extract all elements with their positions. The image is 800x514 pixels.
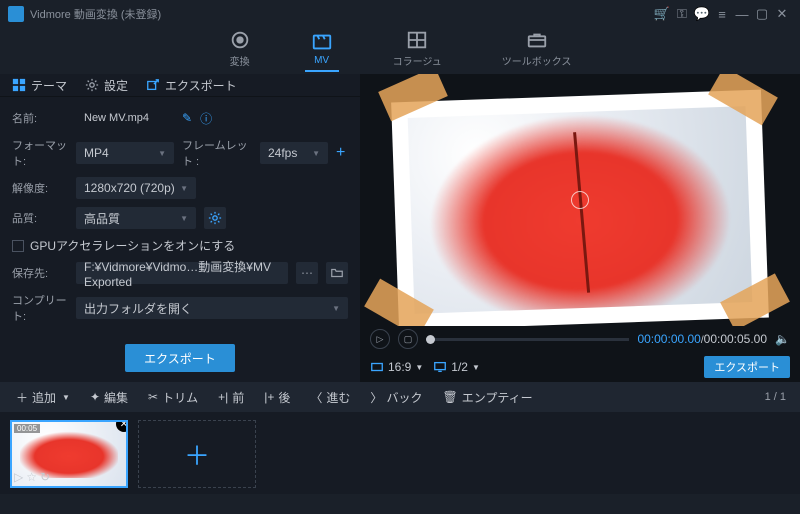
tab-collage[interactable]: コラージュ [387, 25, 448, 72]
checkbox-box [12, 240, 24, 252]
scissors-icon: ✂ [148, 390, 158, 404]
stop-button[interactable]: ▢ [398, 329, 418, 349]
play-button[interactable]: ▷ [370, 329, 390, 349]
add-framerate-icon[interactable]: + [336, 144, 345, 162]
minimize-icon[interactable]: — [732, 4, 752, 24]
collage-icon [406, 29, 428, 51]
framerate-label: フレームレット : [182, 137, 252, 169]
format-label: フォーマット: [12, 137, 68, 169]
key-icon[interactable]: ⚿ [672, 4, 692, 24]
close-icon[interactable]: ✕ [772, 4, 792, 24]
remove-clip-button[interactable]: ✕ [116, 420, 128, 432]
theme-icon [12, 78, 26, 92]
name-label: 名前: [12, 110, 68, 126]
info-icon[interactable]: ⓘ [200, 110, 212, 127]
menu-icon[interactable]: ≡ [712, 4, 732, 24]
quality-label: 品質: [12, 210, 68, 226]
format-select[interactable]: MP4▼ [76, 142, 174, 164]
clip-thumbnail[interactable]: 00:05 ✕ ▷ ☆ ↻ [10, 420, 128, 488]
wand-icon: ✦ [90, 390, 100, 404]
gear-icon [85, 78, 99, 92]
export-icon [146, 78, 160, 92]
clip-star-icon[interactable]: ☆ [26, 470, 37, 484]
seek-thumb[interactable] [426, 335, 435, 344]
tab-mv[interactable]: MV [305, 27, 339, 72]
aspect-select[interactable]: 16:9▼ [370, 360, 423, 374]
maximize-icon[interactable]: ▢ [752, 4, 772, 24]
empty-button[interactable]: 🗑エンプティー [434, 386, 540, 408]
open-folder-button[interactable] [326, 262, 348, 284]
plus-icon: ＋ [16, 389, 28, 406]
complete-label: コンプリート: [12, 292, 68, 324]
back-button[interactable]: |+後 [256, 386, 298, 408]
clip-duration: 00:05 [14, 424, 40, 433]
pager: 1 / 1 [765, 391, 792, 403]
export-main-button[interactable]: エクスポート [125, 344, 235, 372]
feedback-icon[interactable]: 💬 [692, 4, 712, 24]
trim-button[interactable]: ✂トリム [140, 386, 206, 408]
gpu-checkbox[interactable]: GPUアクセラレーションをオンにする [12, 237, 348, 254]
name-input[interactable]: New MV.mp4 [76, 107, 174, 129]
edit-button[interactable]: ✦編集 [82, 386, 136, 408]
complete-select[interactable]: 出力フォルダを開く▼ [76, 297, 348, 319]
back-icon: |+ [264, 390, 274, 404]
framerate-select[interactable]: 24fps▼ [260, 142, 328, 164]
tab-convert[interactable]: 変換 [223, 25, 257, 72]
aspect-icon [370, 360, 384, 374]
front-icon: +| [218, 390, 228, 404]
seek-track[interactable] [426, 338, 629, 341]
page-select[interactable]: 1/2▼ [433, 360, 480, 374]
volume-icon[interactable]: 🔈 [775, 332, 790, 346]
export-button[interactable]: エクスポート [704, 356, 790, 378]
saveto-label: 保存先: [12, 265, 68, 281]
toolbox-icon [526, 29, 548, 51]
preview-image [408, 106, 753, 314]
saveto-path[interactable]: F:¥Vidmore¥Vidmo…動画変換¥MV Exported [76, 262, 288, 284]
mv-icon [311, 31, 333, 53]
subtab-export[interactable]: エクスポート [146, 77, 237, 94]
app-logo [8, 6, 24, 22]
chevron-right-icon: 〉 [370, 389, 382, 406]
gear-icon [208, 211, 222, 225]
add-button[interactable]: ＋追加▼ [8, 386, 78, 408]
folder-icon [330, 266, 344, 280]
app-title: Vidmore 動画変換 (未登録) [30, 6, 161, 22]
screen-icon [433, 360, 447, 374]
preview-area [360, 74, 800, 326]
tab-toolbox[interactable]: ツールボックス [496, 25, 578, 72]
forward-button[interactable]: 〈進む [302, 386, 358, 408]
quality-settings-button[interactable] [204, 207, 226, 229]
subtab-settings[interactable]: 設定 [85, 77, 128, 94]
quality-select[interactable]: 高品質▼ [76, 207, 196, 229]
subtab-theme[interactable]: テーマ [12, 77, 67, 94]
add-clip-button[interactable]: ＋ [138, 420, 256, 488]
resolution-label: 解像度: [12, 180, 68, 196]
edit-name-icon[interactable]: ✎ [182, 111, 192, 125]
resolution-select[interactable]: 1280x720 (720p)▼ [76, 177, 196, 199]
more-path-button[interactable]: ⋯ [296, 262, 318, 284]
backward-button[interactable]: 〉バック [362, 386, 430, 408]
trash-icon: 🗑 [442, 390, 457, 404]
clip-loop-icon[interactable]: ↻ [40, 470, 50, 484]
convert-icon [229, 29, 251, 51]
cart-icon[interactable]: 🛒 [652, 4, 672, 24]
time-display: 00:00:00.00/00:00:05.00 [637, 332, 767, 346]
clip-play-icon[interactable]: ▷ [14, 470, 23, 484]
front-button[interactable]: +|前 [210, 386, 252, 408]
chevron-left-icon: 〈 [310, 389, 322, 406]
crosshair-icon [571, 191, 589, 209]
